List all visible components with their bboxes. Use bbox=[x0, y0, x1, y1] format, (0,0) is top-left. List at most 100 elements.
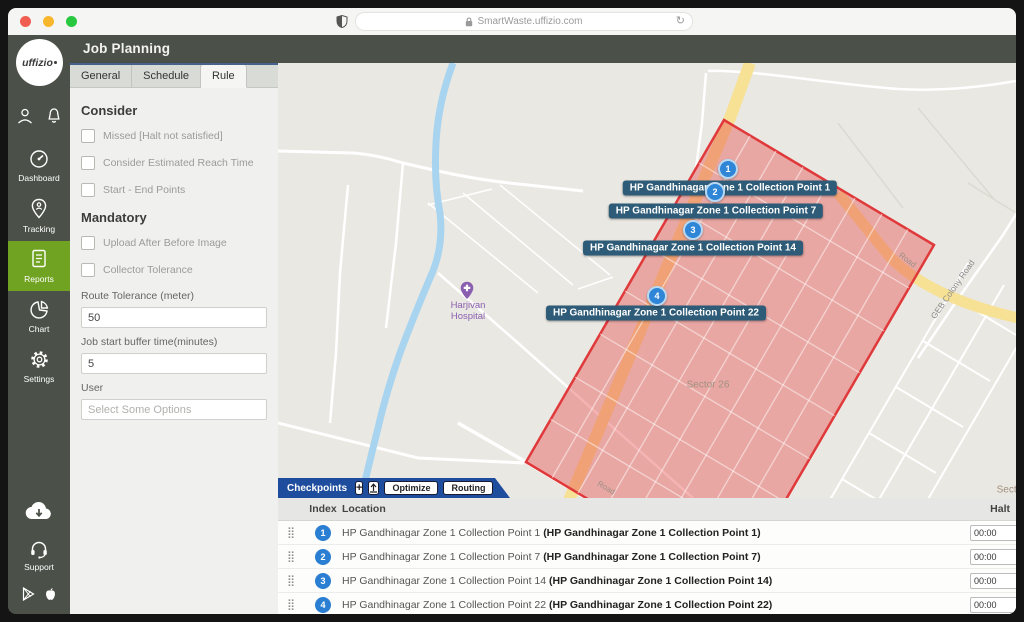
tracking-protection-shield-icon[interactable] bbox=[336, 15, 348, 28]
checkbox-box[interactable] bbox=[81, 183, 95, 197]
mandatory-section-title: Mandatory bbox=[81, 210, 267, 225]
map-marker-1[interactable]: 1 bbox=[718, 159, 738, 179]
row-location-alias: (HP Gandhinagar Zone 1 Collection Point … bbox=[543, 527, 760, 539]
drag-handle-icon[interactable]: ⣿ bbox=[278, 550, 304, 563]
checkbox-estimated-reach-time[interactable]: Consider Estimated Reach Time bbox=[81, 156, 267, 170]
checkbox-box[interactable] bbox=[81, 236, 95, 250]
notifications-bell-icon[interactable] bbox=[45, 107, 63, 125]
map-marker-3[interactable]: 3 bbox=[683, 220, 703, 240]
map-canvas[interactable]: GEB Colony Road Road Road Harjivan Hospi… bbox=[278, 63, 1016, 614]
dashboard-speedometer-icon bbox=[28, 149, 50, 169]
url-text: SmartWaste.uffizio.com bbox=[477, 16, 582, 27]
settings-gear-icon bbox=[29, 349, 50, 370]
uffizio-logo[interactable]: uffizio bbox=[16, 39, 63, 86]
checkbox-box[interactable] bbox=[81, 263, 95, 277]
table-row[interactable]: ⣿ 1 HP Gandhinagar Zone 1 Collection Poi… bbox=[278, 521, 1016, 545]
halt-input[interactable] bbox=[970, 573, 1016, 589]
row-index-badge: 2 bbox=[315, 549, 331, 565]
apple-icon[interactable] bbox=[44, 587, 57, 602]
row-location: HP Gandhinagar Zone 1 Collection Point 2… bbox=[342, 599, 546, 611]
user-icon[interactable] bbox=[16, 107, 34, 125]
area-label-sector-26: Sector 26 bbox=[686, 379, 730, 391]
checkbox-start-end-points[interactable]: Start - End Points bbox=[81, 183, 267, 197]
row-location: HP Gandhinagar Zone 1 Collection Point 7 bbox=[342, 551, 540, 563]
table-header: Index Location Halt bbox=[278, 498, 1016, 521]
drag-handle-icon[interactable]: ⣿ bbox=[278, 526, 304, 539]
sidebar-item-reports[interactable]: Reports bbox=[8, 241, 70, 291]
user-label: User bbox=[81, 382, 267, 394]
column-index: Index bbox=[304, 503, 342, 515]
row-location: HP Gandhinagar Zone 1 Collection Point 1… bbox=[342, 575, 546, 587]
sidebar-item-label: Chart bbox=[29, 324, 50, 334]
tab-schedule[interactable]: Schedule bbox=[132, 65, 201, 87]
row-index-badge: 4 bbox=[315, 597, 331, 613]
checkbox-collector-tolerance[interactable]: Collector Tolerance bbox=[81, 263, 267, 277]
sidebar-item-chart[interactable]: Chart bbox=[8, 291, 70, 341]
tab-rule[interactable]: Rule bbox=[201, 65, 247, 88]
drag-handle-icon[interactable]: ⣿ bbox=[278, 598, 304, 611]
route-tolerance-input[interactable] bbox=[81, 307, 267, 328]
minimize-window-button[interactable] bbox=[43, 16, 54, 27]
map-marker-label[interactable]: HP Gandhinagar Zone 1 Collection Point 1 bbox=[623, 181, 837, 196]
browser-window: SmartWaste.uffizio.com ↻ Job Planning uf… bbox=[8, 8, 1016, 614]
chart-pie-icon bbox=[29, 299, 50, 320]
row-location: HP Gandhinagar Zone 1 Collection Point 1 bbox=[342, 527, 540, 539]
sidebar-item-label: Dashboard bbox=[18, 173, 60, 183]
reload-icon[interactable]: ↻ bbox=[676, 14, 685, 27]
table-row[interactable]: ⣿ 2 HP Gandhinagar Zone 1 Collection Poi… bbox=[278, 545, 1016, 569]
upload-icon bbox=[369, 483, 378, 493]
consider-section-title: Consider bbox=[81, 103, 267, 118]
import-checkpoints-button[interactable] bbox=[368, 481, 379, 495]
routing-button[interactable]: Routing bbox=[443, 481, 493, 495]
table-row[interactable]: ⣿ 4 HP Gandhinagar Zone 1 Collection Poi… bbox=[278, 593, 1016, 614]
table-row[interactable]: ⣿ 3 HP Gandhinagar Zone 1 Collection Poi… bbox=[278, 569, 1016, 593]
route-tolerance-label: Route Tolerance (meter) bbox=[81, 290, 267, 302]
halt-input[interactable] bbox=[970, 549, 1016, 565]
support-headset-icon bbox=[29, 540, 49, 559]
halt-input[interactable] bbox=[970, 525, 1016, 541]
checkpoints-toolbar: Checkpoints + Optimize Routing bbox=[278, 478, 510, 498]
tab-general[interactable]: General bbox=[70, 65, 132, 87]
optimize-button[interactable]: Optimize bbox=[384, 481, 438, 495]
job-buffer-input[interactable] bbox=[81, 353, 267, 374]
row-location-alias: (HP Gandhinagar Zone 1 Collection Point … bbox=[549, 599, 772, 611]
cloud-download-icon[interactable] bbox=[24, 500, 54, 522]
checkpoints-title: Checkpoints bbox=[287, 483, 347, 494]
tab-bar: General Schedule Rule bbox=[70, 65, 278, 88]
column-halt: Halt bbox=[966, 503, 1016, 515]
sidebar-item-label: Settings bbox=[24, 374, 55, 384]
drag-handle-icon[interactable]: ⣿ bbox=[278, 574, 304, 587]
tracking-pin-icon bbox=[29, 198, 49, 220]
sidebar-item-label: Tracking bbox=[23, 224, 55, 234]
close-window-button[interactable] bbox=[20, 16, 31, 27]
row-location-alias: (HP Gandhinagar Zone 1 Collection Point … bbox=[549, 575, 772, 587]
reports-document-icon bbox=[30, 248, 48, 270]
hospital-pin-icon[interactable] bbox=[460, 281, 475, 300]
checkbox-box[interactable] bbox=[81, 156, 95, 170]
page-title: Job Planning bbox=[83, 41, 170, 56]
maximize-window-button[interactable] bbox=[66, 16, 77, 27]
row-location-alias: (HP Gandhinagar Zone 1 Collection Point … bbox=[543, 551, 760, 563]
lock-icon bbox=[465, 17, 473, 27]
checkbox-upload-after-before-image[interactable]: Upload After Before Image bbox=[81, 236, 267, 250]
map-marker-2[interactable]: 2 bbox=[705, 182, 725, 202]
checkbox-box[interactable] bbox=[81, 129, 95, 143]
user-select-input[interactable] bbox=[81, 399, 267, 420]
google-play-icon[interactable] bbox=[22, 587, 35, 601]
job-planning-panel: General Schedule Rule Consider Missed [H… bbox=[70, 63, 278, 614]
halt-input[interactable] bbox=[970, 597, 1016, 613]
checkbox-missed[interactable]: Missed [Halt not satisfied] bbox=[81, 129, 267, 143]
sidebar-item-settings[interactable]: Settings bbox=[8, 341, 70, 391]
map-marker-label[interactable]: HP Gandhinagar Zone 1 Collection Point 7 bbox=[609, 204, 823, 219]
sidebar-item-support[interactable]: Support bbox=[8, 540, 70, 572]
map-marker-label[interactable]: HP Gandhinagar Zone 1 Collection Point 2… bbox=[546, 306, 766, 321]
sidebar-item-tracking[interactable]: Tracking bbox=[8, 191, 70, 241]
job-buffer-label: Job start buffer time(minutes) bbox=[81, 336, 267, 348]
add-checkpoint-button[interactable]: + bbox=[355, 481, 363, 495]
sidebar-item-dashboard[interactable]: Dashboard bbox=[8, 141, 70, 191]
map-marker-label[interactable]: HP Gandhinagar Zone 1 Collection Point 1… bbox=[583, 241, 803, 256]
map-marker-4[interactable]: 4 bbox=[647, 286, 667, 306]
address-bar[interactable]: SmartWaste.uffizio.com ↻ bbox=[355, 12, 693, 31]
column-location: Location bbox=[342, 503, 966, 515]
hospital-label: Harjivan Hospital bbox=[436, 301, 500, 323]
